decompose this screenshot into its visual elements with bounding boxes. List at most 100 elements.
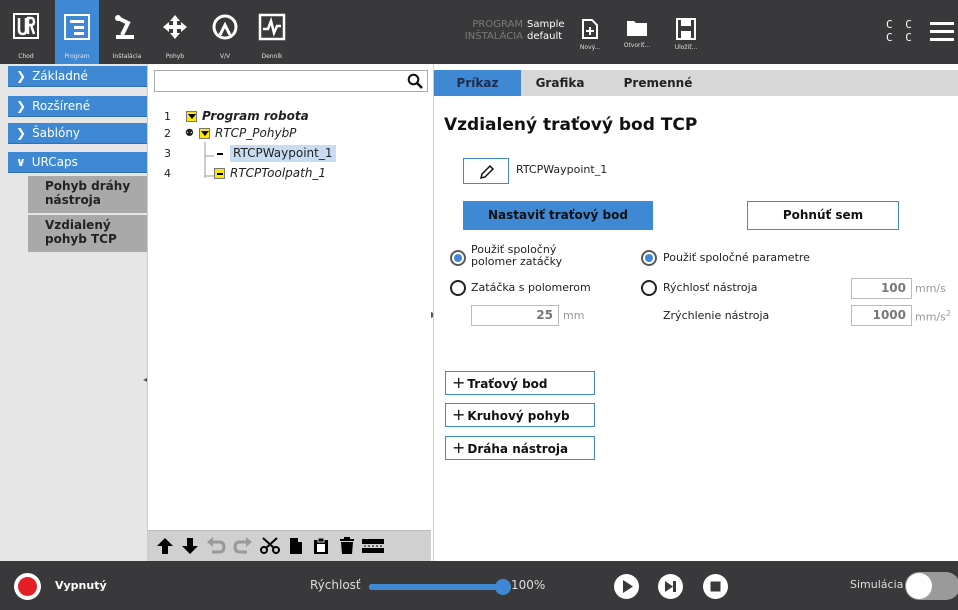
move-up-icon[interactable] bbox=[156, 537, 174, 555]
simulation-label: Simulácia bbox=[850, 578, 904, 591]
nav-item-urcaps[interactable]: ∨ URCaps bbox=[8, 152, 147, 173]
tree-line-number: 1 bbox=[164, 110, 171, 123]
subitem-remote-tcp-move[interactable]: Vzdialený pohyb TCP bbox=[28, 215, 147, 252]
tool-accel-label: Zrýchlenie nástroja bbox=[663, 309, 770, 322]
move-down-icon[interactable] bbox=[181, 537, 199, 555]
step-button[interactable] bbox=[658, 574, 683, 599]
tree-node-label: RTCPWaypoint_1 bbox=[230, 145, 336, 162]
subitem-toolpath-move[interactable]: Pohyb dráhy nástroja bbox=[28, 176, 147, 213]
nav-move-label: Pohyb bbox=[165, 53, 185, 60]
hamburger-menu-icon[interactable] bbox=[930, 22, 954, 42]
nav-item-urcaps-label: URCaps bbox=[31, 155, 78, 169]
power-button[interactable] bbox=[14, 573, 41, 600]
nav-log-button[interactable]: Denník bbox=[248, 0, 296, 64]
page-title: Vzdialený traťový bod TCP bbox=[444, 115, 698, 135]
io-gauge-icon bbox=[212, 14, 238, 40]
new-file-label: Nový... bbox=[579, 44, 601, 51]
search-icon[interactable] bbox=[407, 73, 423, 89]
cc-line-2: C C bbox=[886, 31, 915, 44]
radio-shared-blend[interactable] bbox=[450, 250, 466, 266]
add-toolpath-button[interactable]: + Dráha nástroja bbox=[445, 436, 595, 460]
bottom-footer: Vypnutý Rýchlosť 100% Simulácia bbox=[0, 561, 958, 610]
radio-blend-radius[interactable] bbox=[450, 280, 466, 296]
play-button[interactable] bbox=[614, 574, 639, 599]
left-navigation: ❯ Základné ❯ Rozšírené ❯ Šablóny ∨ URCaps Po… bbox=[0, 64, 149, 561]
nav-item-advanced[interactable]: ❯ Rozšírené bbox=[8, 96, 147, 117]
nav-run-button[interactable]: Chod bbox=[0, 0, 52, 64]
tree-connector-lines bbox=[204, 142, 214, 178]
tool-accel-unit: mm/s2 bbox=[915, 309, 951, 324]
subitem-remote-tcp-move-label: Vzdialený pohyb TCP bbox=[45, 218, 117, 246]
chevron-down-icon: ∨ bbox=[16, 155, 26, 169]
nav-item-basic-label: Základné bbox=[32, 69, 88, 83]
blend-radius-input[interactable]: 25 bbox=[471, 305, 559, 326]
redo-icon[interactable] bbox=[233, 537, 253, 555]
copy-icon[interactable] bbox=[288, 537, 304, 555]
installation-key: INŠTALÁCIA bbox=[464, 31, 523, 42]
save-file-label: Uložiť... bbox=[674, 44, 698, 51]
nav-run-label: Chod bbox=[18, 53, 34, 60]
tree-toolbar bbox=[148, 530, 431, 561]
tree-line-number: 3 bbox=[164, 147, 171, 160]
expand-node-icon bbox=[186, 108, 197, 125]
tool-speed-input[interactable]: 100 bbox=[851, 278, 912, 299]
add-waypoint-button[interactable]: + Traťový bod bbox=[445, 371, 595, 395]
tool-speed-unit: mm/s bbox=[915, 282, 946, 295]
stop-button[interactable] bbox=[703, 574, 728, 599]
new-file-button[interactable]: Nový... bbox=[572, 18, 608, 62]
speed-value: 100% bbox=[511, 578, 546, 592]
nav-io-button[interactable]: V/V bbox=[202, 0, 248, 64]
log-chart-icon bbox=[258, 13, 286, 41]
delete-icon[interactable] bbox=[338, 537, 356, 555]
add-circular-move-button[interactable]: + Kruhový pohyb bbox=[445, 403, 595, 427]
expand-node-icon bbox=[199, 125, 210, 142]
waypoint-name: RTCPWaypoint_1 bbox=[516, 163, 608, 176]
nav-move-button[interactable]: Pohyb bbox=[152, 0, 198, 64]
undo-icon[interactable] bbox=[206, 537, 226, 555]
simulation-toggle[interactable] bbox=[905, 572, 958, 600]
nav-installation-label: Inštalácia bbox=[112, 53, 142, 60]
program-tree-icon bbox=[64, 14, 90, 40]
suppress-icon[interactable] bbox=[362, 537, 384, 555]
tool-accel-input[interactable]: 1000 bbox=[851, 305, 912, 326]
nav-installation-button[interactable]: Inštalácia bbox=[103, 0, 151, 64]
program-tree-panel: 1 Program robota 2 ⚉ RTCP_PohybP 3 RTCPW… bbox=[147, 64, 437, 561]
save-file-button[interactable]: Uložiť... bbox=[668, 18, 704, 62]
blend-radius-unit: mm bbox=[563, 309, 585, 322]
nav-log-label: Denník bbox=[261, 53, 283, 60]
add-waypoint-label: Traťový bod bbox=[467, 377, 548, 391]
radio-blend-radius-label: Zatáčka s polomerom bbox=[471, 281, 591, 294]
nav-program-label: Program bbox=[64, 53, 90, 60]
save-icon bbox=[676, 18, 696, 40]
open-file-label: Otvoriť... bbox=[623, 42, 651, 49]
plus-icon: + bbox=[452, 438, 466, 457]
rename-button[interactable] bbox=[463, 158, 509, 184]
speed-slider-track[interactable] bbox=[369, 584, 503, 590]
tool-accel-unit-base: mm/s bbox=[915, 310, 946, 324]
tab-command[interactable]: Príkaz bbox=[434, 70, 521, 96]
tree-node-label: RTCP_PohybP bbox=[215, 126, 297, 140]
plus-icon: + bbox=[452, 373, 466, 392]
set-waypoint-button[interactable]: Nastaviť traťový bod bbox=[463, 201, 653, 230]
tree-line-number: 4 bbox=[164, 167, 171, 180]
radio-tool-speed[interactable] bbox=[641, 280, 657, 296]
tab-graphics[interactable]: Grafika bbox=[526, 70, 594, 96]
paste-icon[interactable] bbox=[313, 537, 329, 555]
pencil-icon bbox=[479, 164, 495, 180]
pin-icon: ⚉ bbox=[185, 128, 194, 139]
top-header: Chod Program Inštalácia Pohyb V/V Denník… bbox=[0, 0, 958, 64]
move-here-button[interactable]: Pohnúť sem bbox=[747, 201, 899, 230]
add-circular-move-label: Kruhový pohyb bbox=[467, 409, 570, 423]
tab-variables[interactable]: Premenné bbox=[612, 70, 704, 96]
speed-slider-handle[interactable] bbox=[495, 579, 511, 595]
radio-shared-params[interactable] bbox=[641, 250, 657, 266]
tree-search-input[interactable] bbox=[154, 70, 428, 92]
open-file-button[interactable]: Otvoriť... bbox=[619, 18, 655, 62]
nav-item-templates[interactable]: ❯ Šablóny bbox=[8, 123, 147, 144]
nav-program-button[interactable]: Program bbox=[55, 0, 99, 64]
nav-io-label: V/V bbox=[219, 53, 231, 60]
radio-shared-blend-label: Použiť spoločný polomer zatáčky bbox=[471, 244, 562, 268]
cut-icon[interactable] bbox=[260, 537, 280, 555]
tool-accel-unit-exponent: 2 bbox=[945, 309, 951, 318]
nav-item-basic[interactable]: ❯ Základné bbox=[8, 66, 147, 87]
